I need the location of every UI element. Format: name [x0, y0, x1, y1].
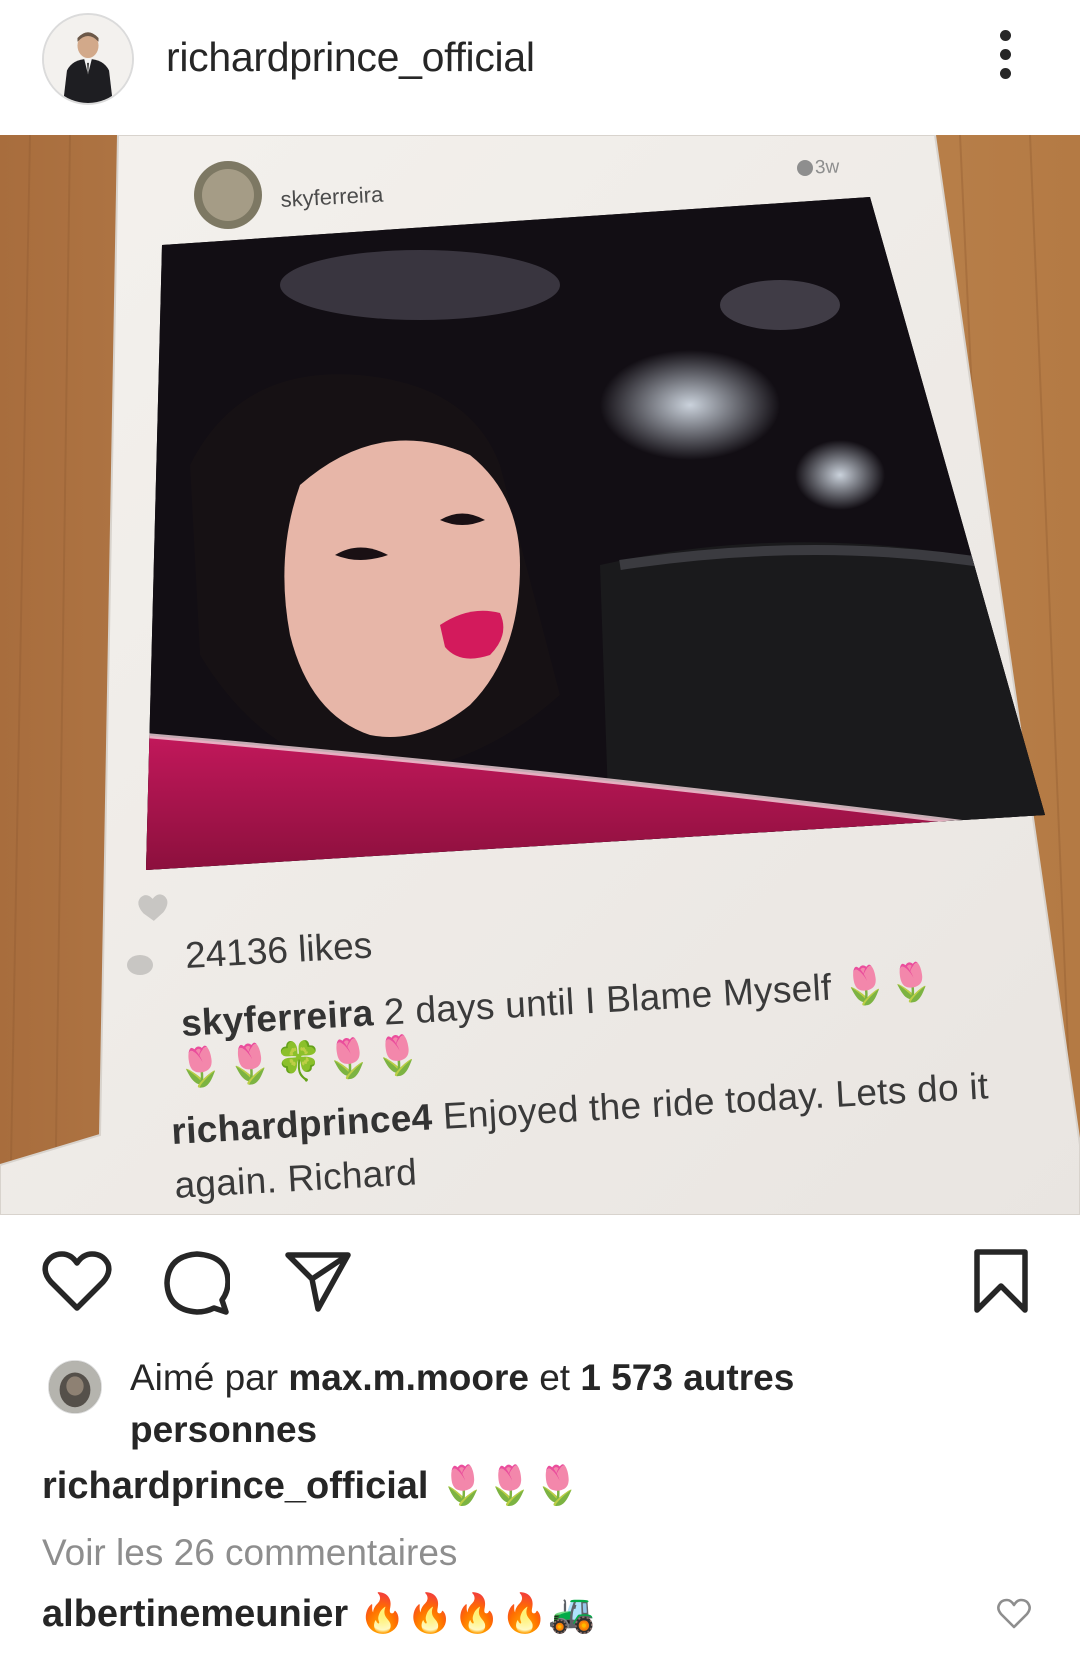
liked-by-text[interactable]: Aimé par max.m.moore et 1 573 autres per…	[130, 1352, 950, 1456]
comment-heart-icon[interactable]	[996, 1598, 1032, 1635]
more-vertical-icon[interactable]	[990, 30, 1020, 86]
inner-caption-user: skyferreira	[180, 992, 375, 1044]
inner-post-caption: skyferreira 2 days until I Blame Myself …	[180, 961, 936, 1046]
heart-icon[interactable]	[42, 1250, 112, 1312]
inner-post-text: skyferreira 3w 24136 likes skyferreira 2…	[0, 135, 1080, 1215]
paper-plane-icon[interactable]	[284, 1249, 352, 1313]
profile-avatar-image	[44, 15, 132, 103]
liked-by-middle: et	[528, 1357, 581, 1398]
comment-row: albertinemeunier 🔥🔥🔥🔥🚜	[42, 1592, 595, 1636]
inner-post-time: 3w	[814, 156, 840, 179]
bookmark-icon[interactable]	[972, 1248, 1030, 1314]
liked-by-avatar[interactable]	[48, 1360, 102, 1414]
action-bar	[0, 1215, 1080, 1335]
inner-post-likes: 24136 likes	[184, 924, 374, 976]
comment-username[interactable]: albertinemeunier	[42, 1593, 348, 1635]
caption-text: 🌷🌷🌷	[428, 1465, 581, 1507]
comment-text: 🔥🔥🔥🔥🚜	[348, 1593, 596, 1635]
liked-by-prefix: Aimé par	[130, 1357, 289, 1398]
inner-caption-text: 2 days until I Blame Myself 🌷🌷	[372, 960, 936, 1034]
header-username[interactable]: richardprince_official	[166, 34, 535, 81]
liked-by-user[interactable]: max.m.moore	[288, 1357, 529, 1398]
caption-username[interactable]: richardprince_official	[42, 1465, 428, 1507]
post-photo[interactable]: skyferreira 3w 24136 likes skyferreira 2…	[0, 135, 1080, 1215]
post-header: richardprince_official	[0, 0, 1080, 135]
inner-comment-user: richardprince4	[170, 1096, 434, 1152]
view-comments-link[interactable]: Voir les 26 commentaires	[42, 1532, 457, 1574]
inner-post-username: skyferreira	[280, 181, 384, 212]
post-caption: richardprince_official 🌷🌷🌷	[42, 1464, 581, 1508]
comment-icon[interactable]	[164, 1250, 230, 1316]
profile-avatar[interactable]	[42, 13, 134, 105]
